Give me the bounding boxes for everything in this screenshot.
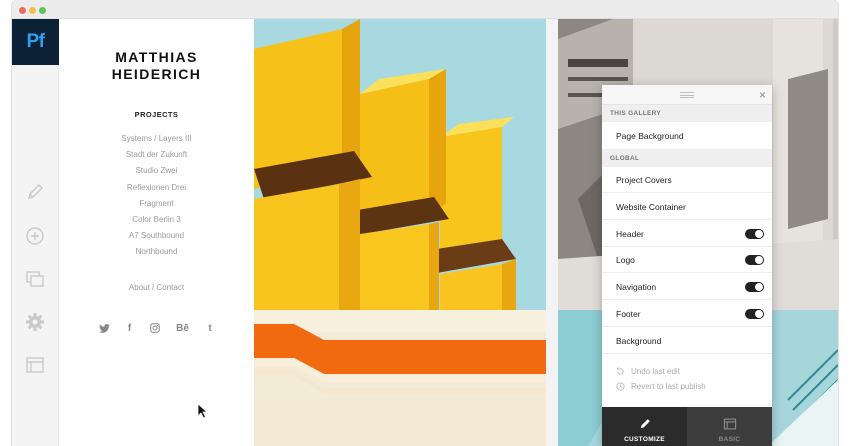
tumblr-icon[interactable]: t	[203, 321, 217, 335]
website-container-option[interactable]: Website Container	[602, 194, 772, 220]
project-link[interactable]: Fragment	[59, 196, 254, 212]
project-link[interactable]: Studio Zwei	[59, 163, 254, 179]
gallery-image-orange-stripe[interactable]	[254, 310, 546, 446]
site-sidebar: MATTHIAS HEIDERICH PROJECTS Systems / La…	[59, 19, 254, 446]
panel-tabs: CUSTOMIZE BASIC	[602, 407, 772, 446]
pages-icon[interactable]	[24, 268, 46, 290]
undo-icon	[616, 367, 625, 376]
option-label: Project Covers	[616, 175, 672, 185]
window-titlebar	[12, 0, 838, 19]
option-label: Header	[616, 229, 644, 239]
gallery-image-yellow-building[interactable]	[254, 19, 546, 310]
revert-label: Revert to last publish	[631, 382, 706, 391]
facebook-icon[interactable]: f	[123, 321, 137, 335]
project-link[interactable]: Reflexionen Drei	[59, 180, 254, 196]
pencil-icon	[640, 419, 650, 429]
add-circle-icon[interactable]	[24, 225, 46, 247]
behance-glyph: Bē	[176, 322, 189, 334]
logo-option[interactable]: Logo	[602, 247, 772, 273]
tool-rail: Pf	[12, 19, 59, 446]
option-label: Navigation	[616, 282, 657, 292]
projects-heading: PROJECTS	[134, 110, 179, 119]
facebook-glyph: f	[127, 322, 132, 334]
logo-text: Pf	[26, 31, 46, 52]
drag-handle-icon[interactable]	[680, 92, 694, 98]
background-option[interactable]: Background	[602, 328, 772, 354]
project-covers-option[interactable]: Project Covers	[602, 167, 772, 193]
layout-icon[interactable]	[24, 354, 46, 376]
tab-customize[interactable]: CUSTOMIZE	[602, 407, 687, 446]
social-links: f Bē t	[97, 321, 217, 335]
mouse-cursor-icon	[197, 403, 209, 419]
gear-icon[interactable]	[24, 311, 46, 333]
about-contact-link[interactable]: About / Contact	[59, 283, 254, 292]
project-link[interactable]: Systems / Layers III	[59, 131, 254, 147]
navigation-toggle[interactable]	[745, 282, 764, 292]
project-link[interactable]: Northbound	[59, 244, 254, 260]
revert-to-last-publish[interactable]: Revert to last publish	[616, 382, 706, 391]
option-label: Logo	[616, 255, 635, 265]
close-window-button[interactable]	[19, 7, 26, 14]
footer-option[interactable]: Footer	[602, 301, 772, 327]
close-icon[interactable]: ×	[759, 88, 766, 102]
tab-basic-label: BASIC	[718, 436, 741, 443]
page-background-option[interactable]: Page Background	[602, 122, 772, 150]
pencil-icon[interactable]	[24, 181, 46, 203]
layout-icon	[723, 418, 736, 430]
portfolio-logo[interactable]: Pf	[12, 19, 59, 65]
header-option[interactable]: Header	[602, 221, 772, 247]
project-link[interactable]: A7 Southbound	[59, 228, 254, 244]
section-this-gallery: THIS GALLERY	[602, 105, 772, 122]
behance-icon[interactable]: Bē	[174, 321, 192, 335]
minimize-window-button[interactable]	[29, 7, 36, 14]
panel-header: ×	[602, 85, 772, 105]
tab-customize-label: CUSTOMIZE	[624, 436, 665, 443]
project-link[interactable]: Stadt der Zukunft	[59, 147, 254, 163]
section-global: GLOBAL	[602, 150, 772, 167]
site-title[interactable]: MATTHIAS HEIDERICH	[59, 49, 254, 83]
project-list: Systems / Layers III Stadt der Zukunft S…	[59, 131, 254, 261]
option-label: Website Container	[616, 202, 686, 212]
option-label: Background	[616, 336, 662, 346]
tab-basic[interactable]: BASIC	[687, 407, 772, 446]
site-title-line2: HEIDERICH	[111, 66, 202, 82]
customize-panel: × THIS GALLERY Page Background GLOBAL Pr…	[602, 85, 772, 446]
header-toggle[interactable]	[745, 229, 764, 239]
undo-last-edit[interactable]: Undo last edit	[616, 367, 680, 376]
history-icon	[616, 382, 625, 391]
tumblr-glyph: t	[208, 322, 212, 334]
navigation-option[interactable]: Navigation	[602, 274, 772, 300]
instagram-icon[interactable]	[148, 321, 162, 335]
footer-toggle[interactable]	[745, 309, 764, 319]
site-title-line1: MATTHIAS	[115, 49, 198, 65]
option-label: Footer	[616, 309, 641, 319]
logo-toggle[interactable]	[745, 255, 764, 265]
project-link[interactable]: Color Berlin 3	[59, 212, 254, 228]
undo-label: Undo last edit	[631, 367, 680, 376]
maximize-window-button[interactable]	[39, 7, 46, 14]
twitter-icon[interactable]	[97, 321, 111, 335]
